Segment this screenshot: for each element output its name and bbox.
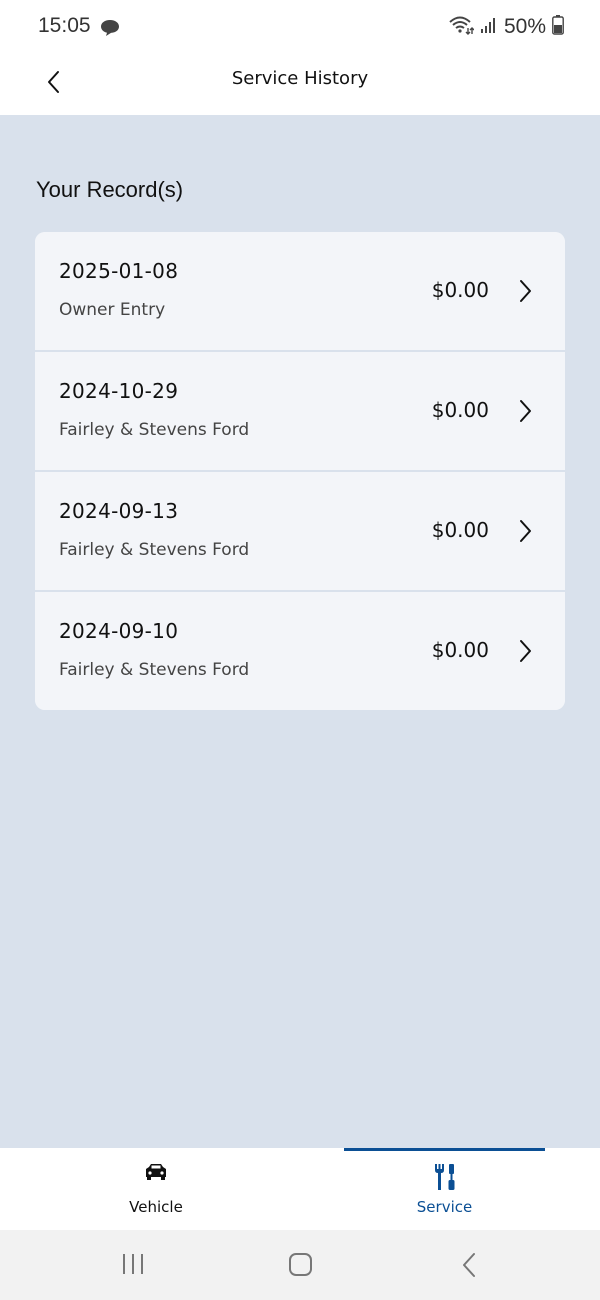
chevron-right-icon <box>520 640 531 662</box>
home-icon[interactable] <box>288 1252 313 1281</box>
status-bar: 15:05 50% <box>0 0 600 56</box>
status-time: 15:05 <box>38 14 91 37</box>
tab-service[interactable]: Service <box>344 1148 545 1230</box>
active-tab-indicator <box>344 1148 545 1151</box>
record-row[interactable]: 2024-09-13 Fairley & Stevens Ford $0.00 <box>35 472 565 592</box>
battery-icon <box>552 15 564 39</box>
record-source: Fairley & Stevens Ford <box>59 540 250 560</box>
record-row[interactable]: 2024-09-10 Fairley & Stevens Ford $0.00 <box>35 592 565 710</box>
record-row[interactable]: 2024-10-29 Fairley & Stevens Ford $0.00 <box>35 352 565 472</box>
chevron-right-icon <box>520 520 531 542</box>
service-tools-icon <box>433 1162 457 1196</box>
record-date: 2025-01-08 <box>59 259 179 283</box>
record-date: 2024-09-10 <box>59 619 179 643</box>
record-source: Fairley & Stevens Ford <box>59 660 250 680</box>
record-source: Fairley & Stevens Ford <box>59 420 250 440</box>
tab-vehicle-label: Vehicle <box>129 1198 183 1216</box>
record-date: 2024-09-13 <box>59 499 179 523</box>
chevron-right-icon <box>520 280 531 302</box>
system-navigation-bar <box>0 1230 600 1300</box>
message-notification-icon <box>100 19 120 41</box>
main-content: Your Record(s) 2025-01-08 Owner Entry $0… <box>0 115 600 1148</box>
app-header: Service History <box>0 56 600 115</box>
section-title: Your Record(s) <box>36 177 184 202</box>
signal-icon <box>480 16 498 38</box>
chevron-right-icon <box>520 400 531 422</box>
records-list: 2025-01-08 Owner Entry $0.00 2024-10-29 … <box>35 232 565 710</box>
record-row[interactable]: 2025-01-08 Owner Entry $0.00 <box>35 232 565 352</box>
record-source: Owner Entry <box>59 300 166 320</box>
bottom-navigation: Vehicle Service <box>0 1148 600 1230</box>
record-amount: $0.00 <box>431 638 489 662</box>
system-back-icon[interactable] <box>460 1252 478 1282</box>
page-title: Service History <box>231 68 369 89</box>
tab-vehicle[interactable]: Vehicle <box>56 1148 256 1230</box>
record-date: 2024-10-29 <box>59 379 179 403</box>
tab-service-label: Service <box>416 1198 473 1216</box>
wifi-icon <box>448 14 475 40</box>
record-amount: $0.00 <box>431 518 489 542</box>
recent-apps-icon[interactable] <box>121 1252 145 1280</box>
car-icon <box>144 1162 168 1188</box>
battery-percentage: 50% <box>503 15 546 38</box>
record-amount: $0.00 <box>431 278 489 302</box>
record-amount: $0.00 <box>431 398 489 422</box>
